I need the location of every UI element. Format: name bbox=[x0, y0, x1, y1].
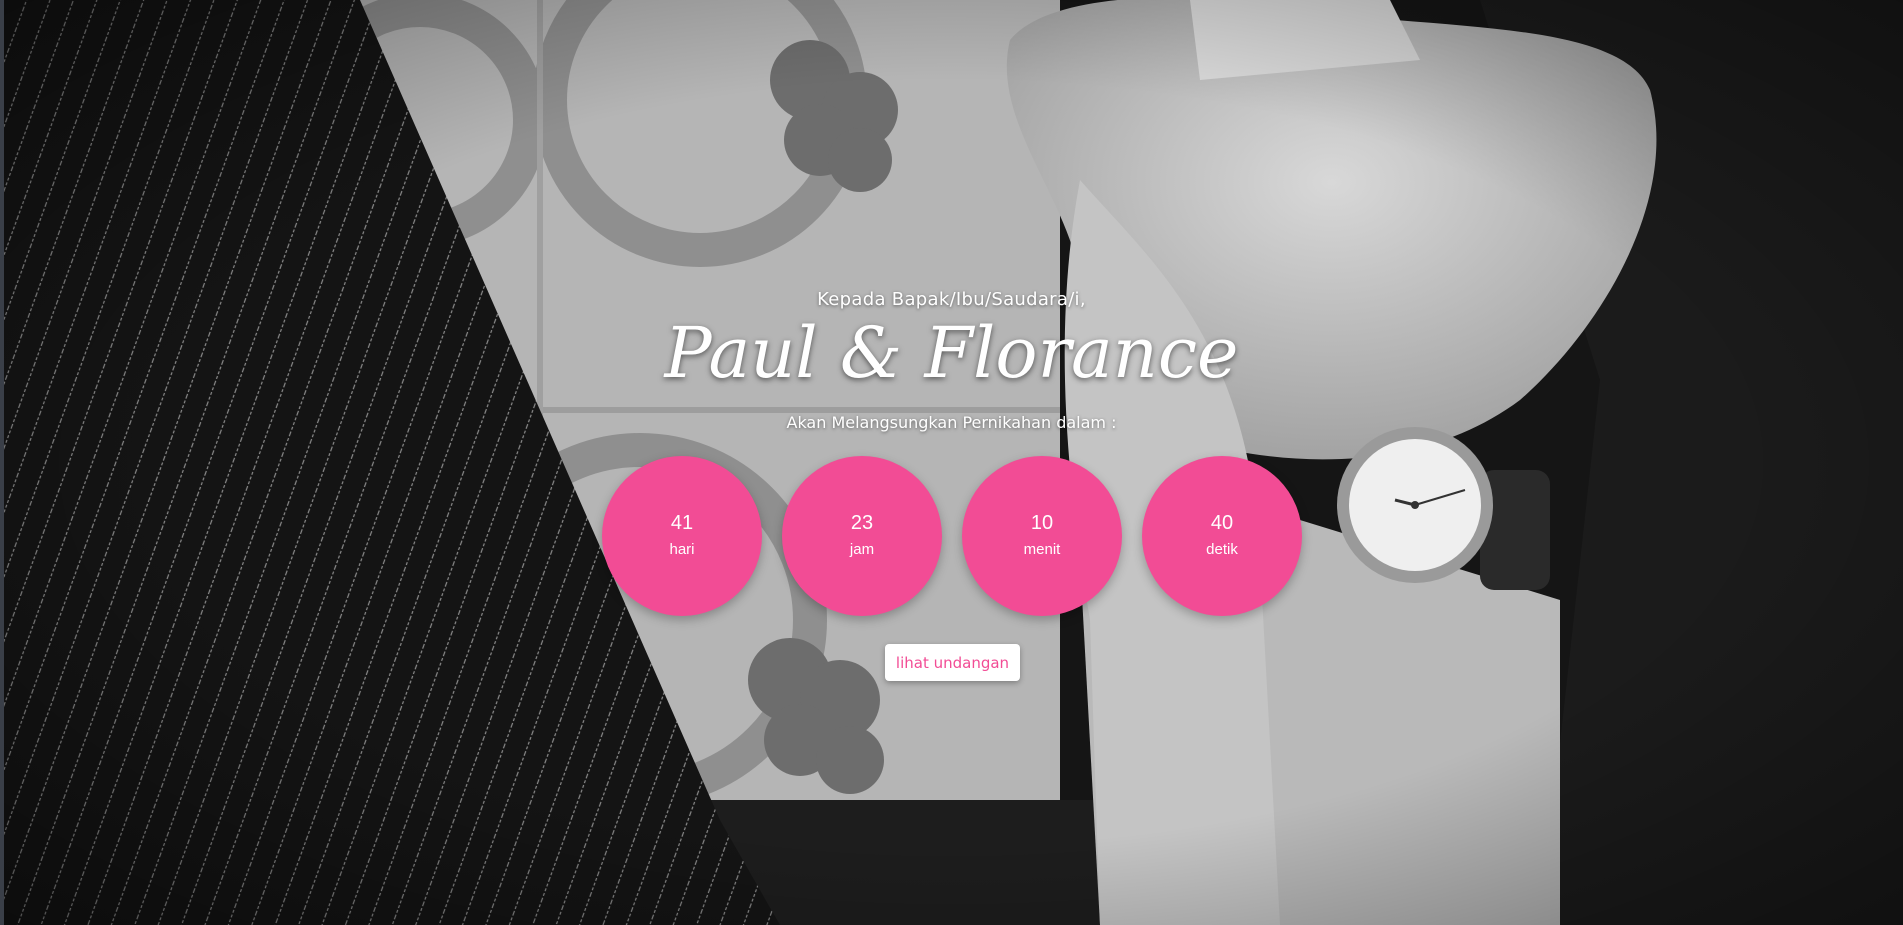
countdown-minutes: 10 menit bbox=[962, 456, 1122, 616]
countdown-seconds-label: detik bbox=[1206, 541, 1238, 558]
countdown-subtitle: Akan Melangsungkan Pernikahan dalam : bbox=[786, 413, 1117, 432]
countdown-hours: 23 jam bbox=[782, 456, 942, 616]
greeting-text: Kepada Bapak/Ibu/Saudara/i, bbox=[817, 289, 1086, 310]
countdown-hours-value: 23 bbox=[850, 512, 874, 534]
invitation-overlay: Kepada Bapak/Ibu/Saudara/i, Paul & Flora… bbox=[0, 0, 1903, 925]
couple-names: Paul & Florance bbox=[664, 312, 1239, 394]
countdown-hours-label: jam bbox=[849, 541, 875, 558]
view-invitation-button[interactable]: lihat undangan bbox=[885, 644, 1020, 681]
countdown-minutes-label: menit bbox=[1023, 541, 1061, 558]
countdown-timer: 41 hari 23 jam 10 menit 40 detik bbox=[602, 456, 1302, 616]
countdown-seconds: 40 detik bbox=[1142, 456, 1302, 616]
countdown-days-label: hari bbox=[669, 541, 695, 558]
countdown-days: 41 hari bbox=[602, 456, 762, 616]
countdown-minutes-value: 10 bbox=[1030, 512, 1054, 534]
countdown-days-value: 41 bbox=[670, 512, 694, 534]
hero-section: Kepada Bapak/Ibu/Saudara/i, Paul & Flora… bbox=[0, 0, 1903, 925]
countdown-seconds-value: 40 bbox=[1210, 512, 1234, 534]
